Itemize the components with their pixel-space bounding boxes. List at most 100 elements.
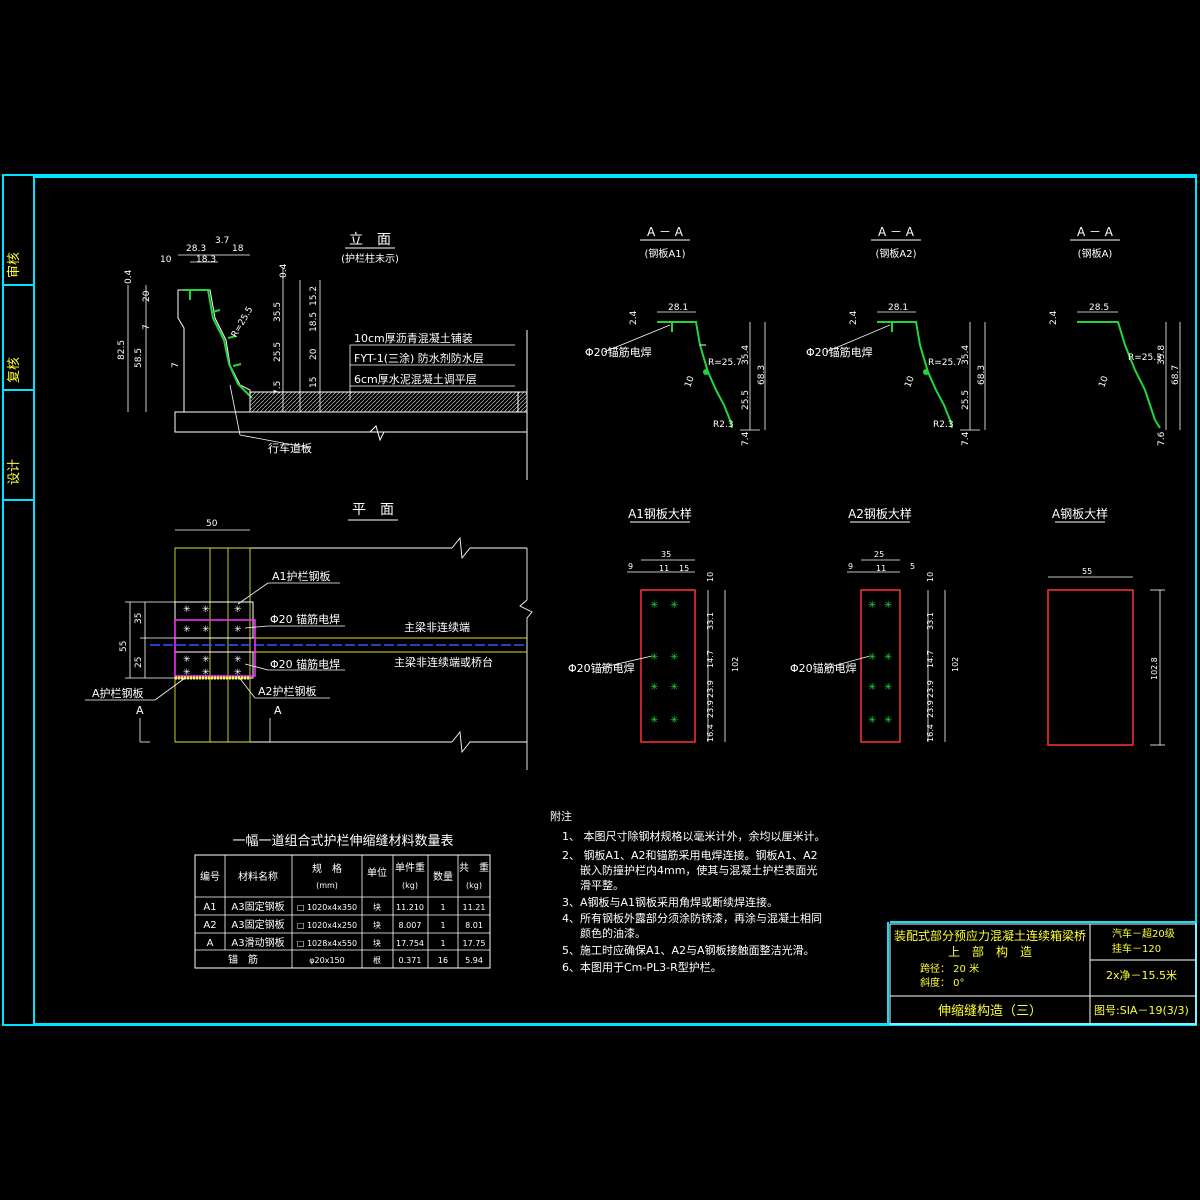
detail-a1-side-1: 10 [706, 572, 715, 582]
th-name: 材料名称 [238, 870, 278, 883]
a-dim-28-5: 28.5 [1089, 303, 1109, 313]
svg-text:✳: ✳ [183, 668, 191, 678]
row1-name: A3固定钢板 [231, 900, 284, 913]
row1-weight: 11.210 [396, 903, 424, 912]
svg-text:✳: ✳ [884, 682, 892, 693]
th-total-unit: (kg) [466, 881, 482, 890]
detail-a1-side-3: 14.7 [706, 650, 715, 668]
a1-dim-2-4: 2.4 [629, 310, 639, 325]
th-total: 共 重 [459, 861, 489, 874]
pavement-hatch [249, 391, 528, 413]
tb-drawing-name: 伸缩缝构造（三） [938, 1003, 1042, 1019]
deck-label: 行车道板 [268, 441, 312, 455]
detail-a1-side-6: 16.4 [706, 724, 715, 742]
plan-title: 平 面 [352, 502, 394, 518]
row2-no: A2 [203, 920, 216, 931]
plate-a-detail [1047, 589, 1134, 746]
th-piece-weight-unit: (kg) [402, 881, 418, 890]
svg-text:✳: ✳ [234, 605, 242, 615]
row4-spec: φ20x150 [309, 956, 344, 965]
row3-weight: 17.754 [396, 939, 424, 948]
row2-unit: 块 [373, 920, 381, 930]
section-a1: A － A (钢板A1) 28.1 2.4 R=25.7 35.4 68.3 1… [585, 225, 767, 446]
detail-a-top-total: 55 [1082, 567, 1092, 576]
detail-a2-side-2: 33.1 [926, 612, 935, 630]
deck-slab [174, 411, 528, 433]
note-4b: 颜色的油漆。 [580, 926, 646, 940]
detail-a2-side-6: 16.4 [926, 724, 935, 742]
row4-weight: 0.371 [399, 956, 422, 965]
svg-text:✳: ✳ [650, 652, 658, 663]
side-strip: 审核 复核 设计 [7, 252, 22, 485]
section-a2: A － A (钢板A2) 28.1 2.4 R=25.7 35.4 68.3 1… [806, 225, 987, 446]
plan-dim-25: 25 [134, 657, 144, 668]
barrier-outline [177, 289, 251, 413]
a2-dim-2-4: 2.4 [849, 310, 859, 325]
row4-total: 5.94 [465, 956, 483, 965]
a2-dim-25-5: 25.5 [961, 390, 971, 410]
section-a: A － A (钢板A) 28.5 2.4 R=25.3 35.8 68.7 10… [1049, 225, 1181, 446]
detail-a1-title: A1钢板大样 [628, 506, 692, 521]
a1-dim-7-4: 7.4 [741, 431, 751, 446]
note-1: 1、 本图尺寸除钢材规格以毫米计外，余均以厘米计。 [562, 829, 826, 843]
dim-15: 15 [309, 377, 319, 388]
svg-text:✳: ✳ [202, 655, 210, 665]
detail-a1-total: 102 [731, 657, 740, 672]
tb-project: 装配式部分预应力混凝土连续箱梁桥 [894, 928, 1086, 943]
dim-3-7: 3.7 [215, 236, 229, 246]
a1-dim-10: 10 [683, 375, 696, 389]
row3-qty: 1 [440, 939, 445, 948]
a1-weld: Φ20锚筋电焊 [585, 345, 652, 359]
note-2c: 滑平整。 [580, 878, 624, 892]
row2-qty: 1 [440, 921, 445, 930]
layer-asphalt: 10cm厚沥青混凝土铺装 [354, 331, 473, 345]
plan-main-beam-2: 主梁非连续端或桥台 [394, 655, 493, 669]
svg-text:✳: ✳ [650, 715, 658, 726]
row1-total: 11.21 [463, 903, 486, 912]
a1-r2-3: R2.3 [713, 420, 734, 430]
a2-dim-10: 10 [903, 375, 916, 389]
section-a1-subtitle: (钢板A1) [644, 247, 685, 260]
section-a-title: A － A [1077, 225, 1114, 239]
plan-cut-a-right: A [274, 704, 282, 717]
row1-spec: □ 1020x4x350 [297, 903, 357, 912]
a2-r2-3: R2.3 [933, 420, 954, 430]
detail-a2-weld: Φ20锚筋电焊 [790, 661, 857, 675]
svg-text:✳: ✳ [650, 600, 658, 611]
a-dim-68-7: 68.7 [1171, 365, 1181, 385]
section-a2-subtitle: (钢板A2) [875, 247, 916, 260]
detail-a2-title: A2钢板大样 [848, 506, 912, 521]
svg-text:✳: ✳ [183, 605, 191, 615]
a2-radius: R=25.7 [928, 358, 962, 368]
dim-35-5: 35.5 [273, 302, 283, 322]
tb-load2: 挂车－120 [1112, 942, 1161, 955]
th-spec: 规 格 [312, 862, 342, 875]
row3-total: 17.75 [463, 939, 486, 948]
detail-a2-side-3: 14.7 [926, 650, 935, 668]
svg-text:✳: ✳ [884, 652, 892, 663]
notes-title: 附注 [550, 809, 572, 823]
plan-a2-label: A2护栏钢板 [258, 684, 317, 698]
a-dim-10: 10 [1097, 375, 1110, 389]
svg-text:✳: ✳ [868, 652, 876, 663]
svg-text:✳: ✳ [202, 605, 210, 615]
table-title: 一幅一道组合式护栏伸缩缝材料数量表 [232, 833, 453, 849]
svg-text:✳: ✳ [202, 625, 210, 635]
detail-a2-top-1: 9 [848, 562, 853, 571]
detail-a1-top-3: 15 [679, 564, 689, 573]
row2-weight: 8.007 [399, 921, 422, 930]
note-6: 6、本图用于Cm-PL3-R型护栏。 [562, 960, 722, 974]
svg-text:✳: ✳ [183, 625, 191, 635]
svg-text:✳: ✳ [670, 600, 678, 611]
a1-dim-28-1: 28.1 [668, 303, 688, 313]
row4-qty: 16 [438, 956, 448, 965]
detail-a2-top-3: 5 [910, 562, 915, 571]
svg-text:✳: ✳ [183, 655, 191, 665]
cad-drawing: 审核 复核 设计 立 面 (护栏柱未示) 28.3 3.7 18 10 18.3… [2, 174, 1197, 1026]
plan-main-beam-1: 主梁非连续端 [404, 620, 470, 634]
a-dim-7-6: 7.6 [1157, 431, 1167, 446]
row1-qty: 1 [440, 903, 445, 912]
a2-dim-35-4: 35.4 [961, 345, 971, 365]
th-piece-weight: 单件重 [395, 861, 425, 874]
detail-a1-weld: Φ20锚筋电焊 [568, 661, 635, 675]
